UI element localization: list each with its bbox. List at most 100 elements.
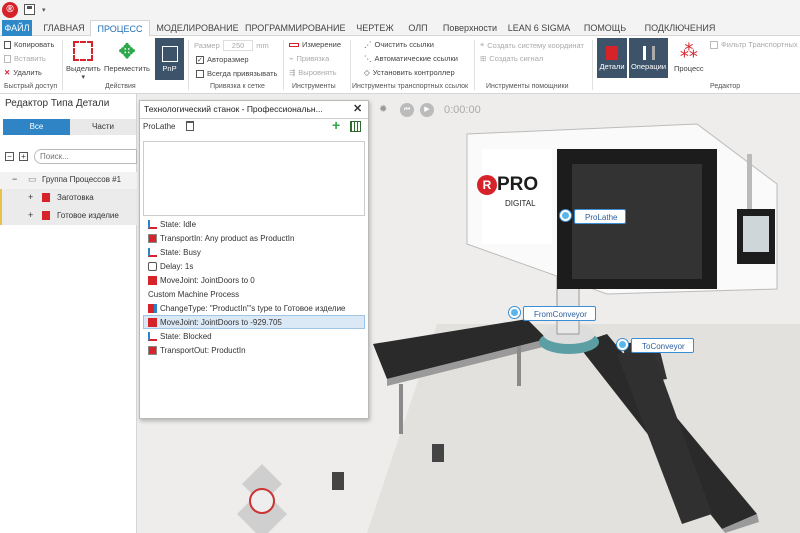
move-button[interactable]: ✥ Переместить [104,38,150,74]
tab-olp[interactable]: ОЛП [403,20,433,36]
interface-port-from[interactable] [509,307,520,318]
statement-list: State: Idle TransportIn: Any product as … [140,218,368,418]
tree-row-blank[interactable]: + Заготовка [0,189,137,207]
tree-expand-icon[interactable]: + [28,210,33,220]
tab-drawing[interactable]: ЧЕРТЕЖ [350,20,400,36]
autosize-checkbox[interactable]: ✓ Авторазмер [196,55,249,64]
measure-button[interactable]: Измерение [289,40,341,49]
title-bar: ® ▾ [0,0,800,20]
copy-button[interactable]: Копировать [4,40,54,49]
tab-prolathe[interactable]: ProLathe [143,122,175,131]
move-joint-icon [148,318,157,327]
tree-collapse-icon[interactable]: − [12,174,17,184]
callout-to-conveyor[interactable]: ToConveyor [631,338,694,353]
quick-access-dropdown-icon[interactable]: ▾ [42,6,46,14]
auto-links-label: Автоматические ссылки [374,54,458,63]
part-icon [42,211,50,220]
statement-move-joint-selected[interactable]: MoveJoint: JointDoors to -929.705 [148,316,282,329]
process-button[interactable]: ⁂ Процесс [674,38,704,74]
set-controller-button[interactable]: ◇ Установить контроллер [364,68,455,77]
grid-size-label: Размер [194,41,220,50]
tree-item-label: Заготовка [57,193,94,202]
tab-surfaces[interactable]: Поверхности [440,20,500,36]
copy-icon [4,40,11,49]
tab-process[interactable]: ПРОЦЕСС [90,20,150,37]
interface-port-prolathe[interactable] [560,210,571,221]
snap-button[interactable]: ⌁ Привязка [289,54,329,63]
collapse-all-icon[interactable]: − [5,152,14,161]
statement-text: State: Busy [160,248,201,257]
grid-size-field[interactable]: Размер 250 mm [194,40,269,51]
tab-parts[interactable]: Части [70,119,136,135]
statement-transport-in[interactable]: TransportIn: Any product as ProductIn [148,232,294,245]
grid-size-value: 250 [222,40,254,51]
statement-delay[interactable]: Delay: 1s [148,260,193,273]
clear-links-label: Очистить ссылки [374,40,434,49]
statement-text: Custom Machine Process [148,290,240,299]
operations-button[interactable]: Операции [629,38,668,78]
paste-button[interactable]: Вставить [4,54,46,63]
tab-modeling[interactable]: МОДЕЛИРОВАНИЕ [155,20,240,36]
statement-custom-process[interactable]: Custom Machine Process [148,288,239,301]
state-icon [148,220,157,229]
group-label-actions: Действия [105,83,136,90]
save-icon[interactable] [24,4,35,15]
statement-change-type[interactable]: ChangeType: "ProductIn"'s type to Готово… [148,302,346,315]
brand-mark-icon: R [477,174,497,195]
measure-label: Измерение [302,40,342,49]
tree-row-process-group[interactable]: − ▭ Группа Процессов #1 [0,172,137,189]
tab-all[interactable]: Все [3,119,70,135]
close-icon[interactable]: ✕ [353,102,362,115]
copy-label: Копировать [14,40,55,49]
tab-lean[interactable]: LEAN 6 SIGMA [505,20,573,36]
panel-title: Редактор Типа Детали [5,98,110,109]
select-button[interactable]: Выделить ▾ [66,38,101,81]
statement-text: ChangeType: "ProductIn"'s type to Готово… [160,304,346,313]
statement-move-joint[interactable]: MoveJoint: JointDoors to 0 [148,274,255,287]
statement-text: MoveJoint: JointDoors to 0 [160,276,255,285]
play-button[interactable]: ▶ [420,103,434,117]
controller-icon: ◇ [364,68,370,77]
statement-state-busy[interactable]: State: Busy [148,246,201,259]
pnp-button[interactable]: PnP [155,38,184,80]
checkbox-icon [196,69,204,78]
add-statement-icon[interactable]: + [332,117,340,133]
callout-prolathe[interactable]: ProLathe [574,209,627,224]
align-button[interactable]: ⇶ Выровнять [289,68,337,77]
delete-button[interactable]: ✕ Удалить [4,68,42,77]
tab-home[interactable]: ГЛАВНАЯ [40,20,88,36]
create-signal-button[interactable]: ⊞ Создать сигнал [480,54,543,63]
group-label-tools: Инструменты [292,83,336,90]
tree-expand-icon[interactable]: + [28,192,33,202]
transport-filter-checkbox[interactable]: Фильтр Транспортных [710,40,798,49]
tab-file[interactable]: ФАЙЛ [2,20,32,36]
signal-icon: ⊞ [480,54,487,63]
statement-state-blocked[interactable]: State: Blocked [148,330,212,343]
callout-from-conveyor[interactable]: FromConveyor [523,306,596,321]
settings-icon[interactable]: ✹ [379,104,387,115]
search-input[interactable] [34,149,137,164]
rewind-button[interactable]: ⏮ [400,103,414,117]
auto-links-button[interactable]: ⋱ Автоматические ссылки [364,54,458,63]
interface-port-to[interactable] [617,339,628,350]
tab-connections[interactable]: ПОДКЛЮЧЕНИЯ [640,20,720,36]
process-editor-dialog: Технологический станок - Профессиональн.… [139,100,369,419]
app-logo-icon: ® [2,2,18,18]
always-snap-checkbox[interactable]: Всегда привязывать [196,69,277,78]
trash-icon[interactable] [186,121,194,131]
clear-links-button[interactable]: ⋰ Очистить ссылки [364,40,434,49]
details-button[interactable]: Детали [597,38,627,78]
grid-view-icon[interactable] [350,121,361,132]
statement-transport-out[interactable]: TransportOut: ProductIn [148,344,246,357]
create-coord-system-button[interactable]: ⌖ Создать систему координат [480,40,584,50]
tab-programming[interactable]: ПРОГРАММИРОВАНИЕ [245,20,346,36]
expand-all-icon[interactable]: + [19,152,28,161]
delete-icon: ✕ [4,68,11,77]
tree-row-finished-product[interactable]: + Готовое изделие [0,207,137,225]
part-type-editor-panel: Редактор Типа Детали Все Части − + − ▭ Г… [0,94,137,533]
tab-help[interactable]: ПОМОЩЬ [580,20,630,36]
statement-state-idle[interactable]: State: Idle [148,218,196,231]
align-icon: ⇶ [289,68,296,77]
move-icon: ✥ [118,40,136,63]
snap-icon: ⌁ [289,54,294,63]
